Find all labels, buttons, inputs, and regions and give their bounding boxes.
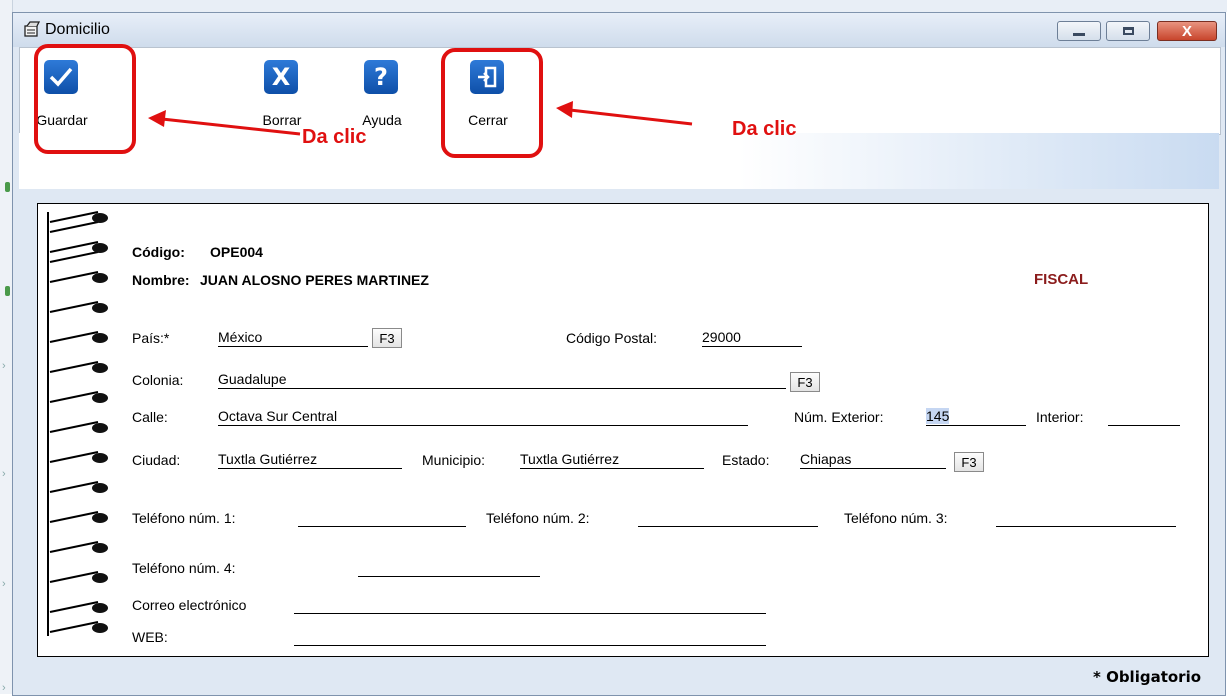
annotation-arrows (148, 101, 693, 136)
annotation-text-close: Da clic (732, 118, 797, 140)
annotation-text-save: Da clic (302, 126, 367, 148)
